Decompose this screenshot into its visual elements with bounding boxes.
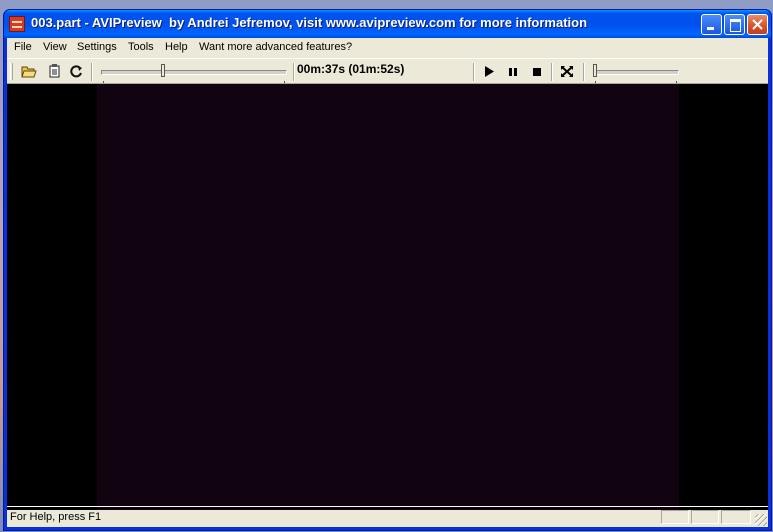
open-button[interactable] (19, 62, 39, 81)
maximize-icon (730, 19, 741, 32)
menu-tools[interactable]: Tools (128, 41, 154, 53)
toolbar-separator (551, 63, 553, 81)
pause-icon (509, 68, 517, 76)
status-text: For Help, press F1 (10, 511, 102, 523)
slider-tick (595, 81, 596, 83)
play-icon (485, 66, 494, 77)
app-icon[interactable] (9, 16, 25, 32)
video-frame (97, 84, 679, 510)
stop-icon (533, 68, 541, 76)
slider-tick (103, 81, 104, 83)
resize-grip[interactable] (755, 514, 767, 526)
fullscreen-button[interactable] (557, 62, 577, 81)
close-button[interactable] (747, 14, 768, 35)
menu-view[interactable]: View (43, 41, 67, 53)
app-window: 003.part - AVIPreview by Andrei Jefremov… (3, 9, 772, 531)
maximize-button[interactable] (724, 14, 745, 35)
menu-advanced-features[interactable]: Want more advanced features? (199, 41, 352, 53)
toolbar-grip[interactable] (10, 63, 13, 80)
toolbar-separator (473, 63, 475, 81)
menu-help[interactable]: Help (165, 41, 188, 53)
menu-bar: File View Settings Tools Help Want more … (7, 38, 768, 58)
playback-time: 00m:37s (01m:52s) (297, 62, 405, 76)
status-pane (721, 510, 751, 524)
file-info-icon (49, 64, 60, 78)
toolbar-separator (583, 63, 585, 81)
toolbar: 00m:37s (01m:52s) (7, 58, 768, 84)
minimize-button[interactable] (701, 14, 722, 35)
open-folder-icon (21, 66, 37, 78)
title-bar[interactable]: 003.part - AVIPreview by Andrei Jefremov… (4, 10, 771, 38)
pause-button[interactable] (503, 62, 523, 81)
refresh-button[interactable] (67, 62, 87, 81)
position-slider-track (101, 70, 287, 75)
status-pane (661, 510, 689, 524)
menu-settings[interactable]: Settings (77, 41, 117, 53)
volume-slider-track (593, 70, 679, 75)
position-slider-thumb[interactable] (161, 64, 165, 77)
window-title: 003.part - AVIPreview by Andrei Jefremov… (31, 15, 588, 30)
position-slider[interactable] (101, 64, 287, 83)
toolbar-separator (91, 63, 93, 81)
file-info-button[interactable] (45, 62, 65, 81)
refresh-icon (70, 65, 82, 78)
slider-tick (284, 81, 285, 83)
client-area: File View Settings Tools Help Want more … (7, 38, 768, 527)
play-button[interactable] (479, 62, 499, 81)
close-icon (752, 19, 763, 30)
volume-slider-thumb[interactable] (593, 64, 597, 77)
menu-file[interactable]: File (14, 41, 32, 53)
slider-tick (676, 81, 677, 83)
video-area[interactable] (7, 84, 768, 510)
volume-slider[interactable] (593, 64, 679, 83)
fullscreen-icon (561, 66, 573, 77)
minimize-icon (707, 27, 714, 30)
status-pane (691, 510, 719, 524)
stop-button[interactable] (527, 62, 547, 81)
toolbar-separator (293, 63, 295, 81)
status-bar: For Help, press F1 (7, 506, 768, 527)
